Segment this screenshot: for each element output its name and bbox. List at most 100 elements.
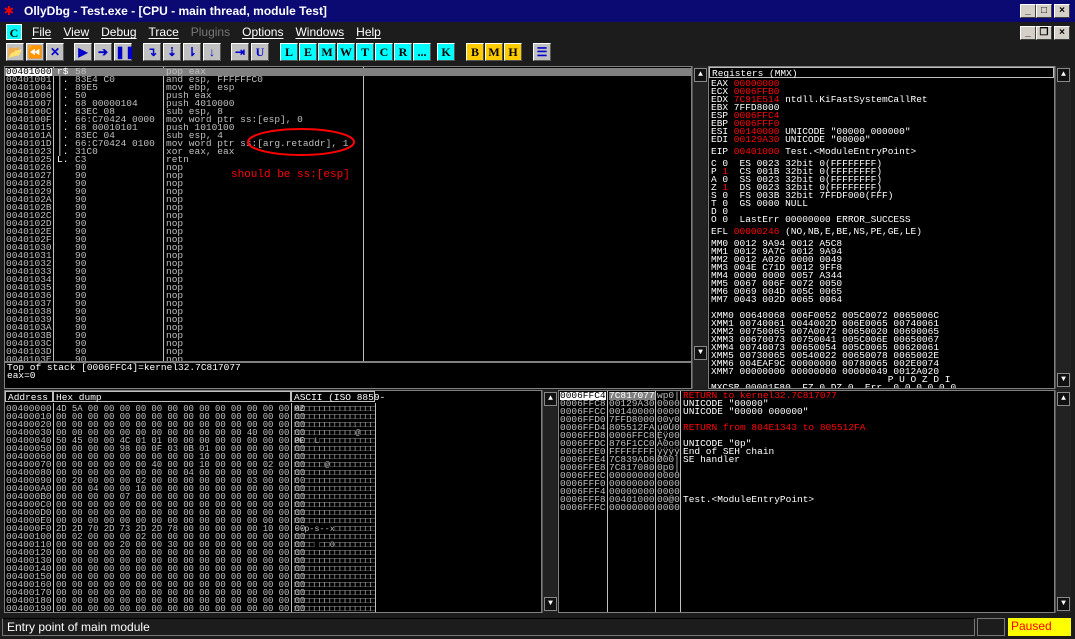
disasm-row[interactable]: 00401038 90 nop	[5, 307, 691, 317]
disassembly-pane[interactable]: 00401000 r$ 58 pop eax 00401001 |. 83E4 C0 and …	[4, 66, 692, 362]
annotation-text: should be ss:[esp]	[231, 169, 350, 181]
run-trace-button[interactable]: ...	[413, 43, 431, 61]
disasm-row[interactable]: 0040103A 90 nop	[5, 323, 691, 333]
registers-header[interactable]: Registers (MMX)	[709, 67, 1054, 79]
menu-help[interactable]: Help	[356, 25, 381, 39]
stack-row[interactable]: 0006FFFC 00000000 0000	[559, 502, 1054, 513]
scroll-up-icon[interactable]: ▲	[1057, 392, 1070, 406]
execute-till-user-button[interactable]: U	[251, 43, 269, 61]
disasm-row[interactable]: 0040103D 90 nop	[5, 347, 691, 357]
address: 0006FFFC	[560, 502, 606, 513]
status-bar: Entry point of main module Paused	[0, 617, 1075, 637]
step-button[interactable]: ➔	[94, 43, 112, 61]
close-button[interactable]: ×	[1054, 4, 1070, 18]
open-button[interactable]: 📂	[6, 43, 24, 61]
disassembly-scrollbar[interactable]: ▲ ▼	[692, 66, 707, 362]
disasm-row[interactable]: 00401039 90 nop	[5, 315, 691, 325]
scroll-down-icon[interactable]: ▼	[544, 597, 557, 611]
menu-view[interactable]: View	[63, 25, 89, 39]
scroll-up-icon[interactable]: ▲	[694, 68, 707, 82]
menu-trace[interactable]: Trace	[149, 25, 179, 39]
menu-debug[interactable]: Debug	[101, 25, 136, 39]
menu-plugins[interactable]: Plugins	[191, 25, 230, 39]
disasm-row[interactable]: 0040103B 90 nop	[5, 331, 691, 341]
scroll-down-icon[interactable]: ▼	[694, 346, 707, 360]
disasm-row[interactable]: 00401025 L. C3 retn	[5, 154, 691, 165]
cpu-button[interactable]: C	[375, 43, 393, 61]
flag-value: 0	[722, 214, 729, 225]
scroll-up-icon[interactable]: ▲	[544, 392, 557, 406]
memory-breakpoints-button[interactable]: M	[485, 43, 503, 61]
menu-windows[interactable]: Windows	[295, 25, 344, 39]
column-header-address[interactable]: Address	[5, 391, 53, 403]
dump-scrollbar[interactable]: ▲ ▼	[542, 390, 557, 613]
scroll-down-icon[interactable]: ▼	[1057, 597, 1070, 611]
comment: Test.<ModuleEntryPoint>	[683, 494, 815, 505]
stack-scrollbar[interactable]: ▲ ▼	[1055, 390, 1071, 613]
disasm-row[interactable]: 00401033 90 nop	[5, 267, 691, 277]
restart-button[interactable]: ⏪	[26, 43, 44, 61]
call-stack-button[interactable]: K	[437, 43, 455, 61]
menu-file[interactable]: File	[32, 25, 51, 39]
mdi-minimize-button[interactable]: _	[1020, 26, 1036, 40]
mdi-close-button[interactable]: ×	[1054, 26, 1070, 40]
scroll-down-icon[interactable]: ▼	[1057, 373, 1070, 387]
disasm-row[interactable]: 00401001 |. 83E4 C0 and esp, FFFFFFC0	[5, 75, 691, 85]
disasm-row[interactable]: 00401031 90 nop	[5, 251, 691, 261]
trace-into-button[interactable]: ⇂	[183, 43, 201, 61]
disasm-row[interactable]: 00401035 90 nop	[5, 283, 691, 293]
info-scrollbar[interactable]	[692, 362, 707, 389]
registers-scrollbar[interactable]: ▲ ▼	[1055, 66, 1071, 389]
column-header-ascii[interactable]: ASCII (ISO 8859-	[291, 391, 385, 403]
dump-row[interactable]: 00400190 00 00 00 00 00 00 00 00 00 00 00…	[5, 604, 541, 612]
breakpoints-button[interactable]: B	[466, 43, 484, 61]
disasm-row[interactable]: 0040103C 90 nop	[5, 339, 691, 349]
info-line: Top of stack [0006FFC4]=kernel32.7C81707…	[7, 362, 241, 373]
reg-value: 00401000	[733, 146, 780, 157]
reg-name: EDI	[711, 134, 729, 145]
maximize-button[interactable]: □	[1036, 4, 1052, 18]
windows-button[interactable]: W	[337, 43, 355, 61]
disasm-row[interactable]: 0040102F 90 nop	[5, 235, 691, 245]
run-button[interactable]: ▶	[74, 43, 92, 61]
step-over-button[interactable]: ⇣	[163, 43, 181, 61]
pause-button[interactable]: ❚❚	[114, 43, 135, 61]
step-into-button[interactable]: ↴	[143, 43, 161, 61]
disasm-row[interactable]: 00401030 90 nop	[5, 243, 691, 253]
threads-button[interactable]: T	[356, 43, 374, 61]
disasm-row[interactable]: 00401029 90 nop	[5, 187, 691, 197]
memory-button[interactable]: M	[318, 43, 336, 61]
disasm-row[interactable]: 0040102A 90 nop	[5, 195, 691, 205]
execute-till-return-button[interactable]: ⇥	[231, 43, 249, 61]
references-button[interactable]: R	[394, 43, 412, 61]
modules-button[interactable]: E	[299, 43, 317, 61]
disasm-row[interactable]: 0040102D 90 nop	[5, 219, 691, 229]
menu-options[interactable]: Options	[242, 25, 283, 39]
scroll-up-icon[interactable]: ▲	[1057, 68, 1070, 82]
mdi-restore-button[interactable]: ❐	[1036, 26, 1052, 40]
disasm-row[interactable]: 00401036 90 nop	[5, 291, 691, 301]
disasm-row[interactable]: 00401004 |. 89E5 mov ebp, esp	[5, 83, 691, 93]
log-button[interactable]: L	[280, 43, 298, 61]
reg-value: 00000246	[733, 226, 780, 237]
hardware-breakpoints-button[interactable]: H	[504, 43, 522, 61]
hex-dump-pane[interactable]: Address Hex dump ASCII (ISO 8859- 004000…	[4, 390, 542, 613]
info-pane: Top of stack [0006FFC4]=kernel32.7C81707…	[4, 362, 692, 389]
stack-pane[interactable]: 0006FFC4 7C817077 wp0| RETURN to kernel32.7…	[558, 390, 1055, 613]
list-button[interactable]: ☰	[533, 43, 551, 61]
minimize-button[interactable]: _	[1020, 4, 1036, 18]
disasm-row[interactable]: 00401028 90 nop	[5, 179, 691, 189]
cpu-window-badge[interactable]: C	[6, 24, 22, 40]
close-button[interactable]: ✕	[46, 43, 64, 61]
disasm-row[interactable]: 00401034 90 nop	[5, 275, 691, 285]
column-header-hex[interactable]: Hex dump	[53, 391, 291, 403]
disasm-row[interactable]: 0040102B 90 nop	[5, 203, 691, 213]
flag-name: O	[711, 214, 717, 225]
flow-mark: L.	[57, 154, 69, 165]
disasm-row[interactable]: 00401032 90 nop	[5, 259, 691, 269]
disasm-row[interactable]: 00401037 90 nop	[5, 299, 691, 309]
trace-over-button[interactable]: ↓	[203, 43, 221, 61]
disasm-row[interactable]: 0040102C 90 nop	[5, 211, 691, 221]
disasm-row[interactable]: 0040102E 90 nop	[5, 227, 691, 237]
registers-pane[interactable]: Registers (MMX) EAX 00000000 ECX 0006FFB0 ED…	[708, 66, 1055, 389]
